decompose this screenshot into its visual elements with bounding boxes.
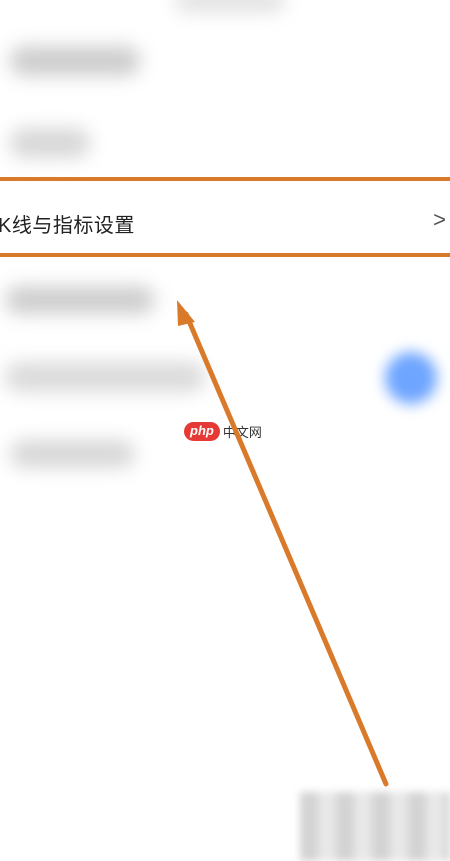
php-cn-watermark: php 中文网 (184, 420, 262, 442)
blurred-menu-item-4[interactable] (5, 362, 205, 392)
chevron-right-icon: > (433, 207, 446, 232)
blurred-menu-item-3[interactable] (5, 286, 155, 314)
arrow-head (177, 300, 195, 326)
watermark-text: 中文网 (222, 424, 262, 440)
blurred-corner-image (300, 792, 450, 861)
kline-indicator-settings-label: K线与指标设置 (0, 215, 135, 237)
watermark-badge: php (184, 421, 220, 441)
blurred-menu-item-2[interactable] (10, 128, 90, 158)
blurred-menu-item-1[interactable] (10, 46, 140, 76)
blurred-item-top (175, 0, 285, 12)
blurred-menu-item-5[interactable] (10, 440, 135, 468)
settings-screen: K线与指标设置 > php 中文网 (0, 0, 450, 861)
arrow-shaft (183, 311, 389, 787)
kline-indicator-settings-row[interactable]: K线与指标设置 > (0, 177, 450, 257)
blurred-toggle-dot[interactable] (385, 352, 437, 404)
